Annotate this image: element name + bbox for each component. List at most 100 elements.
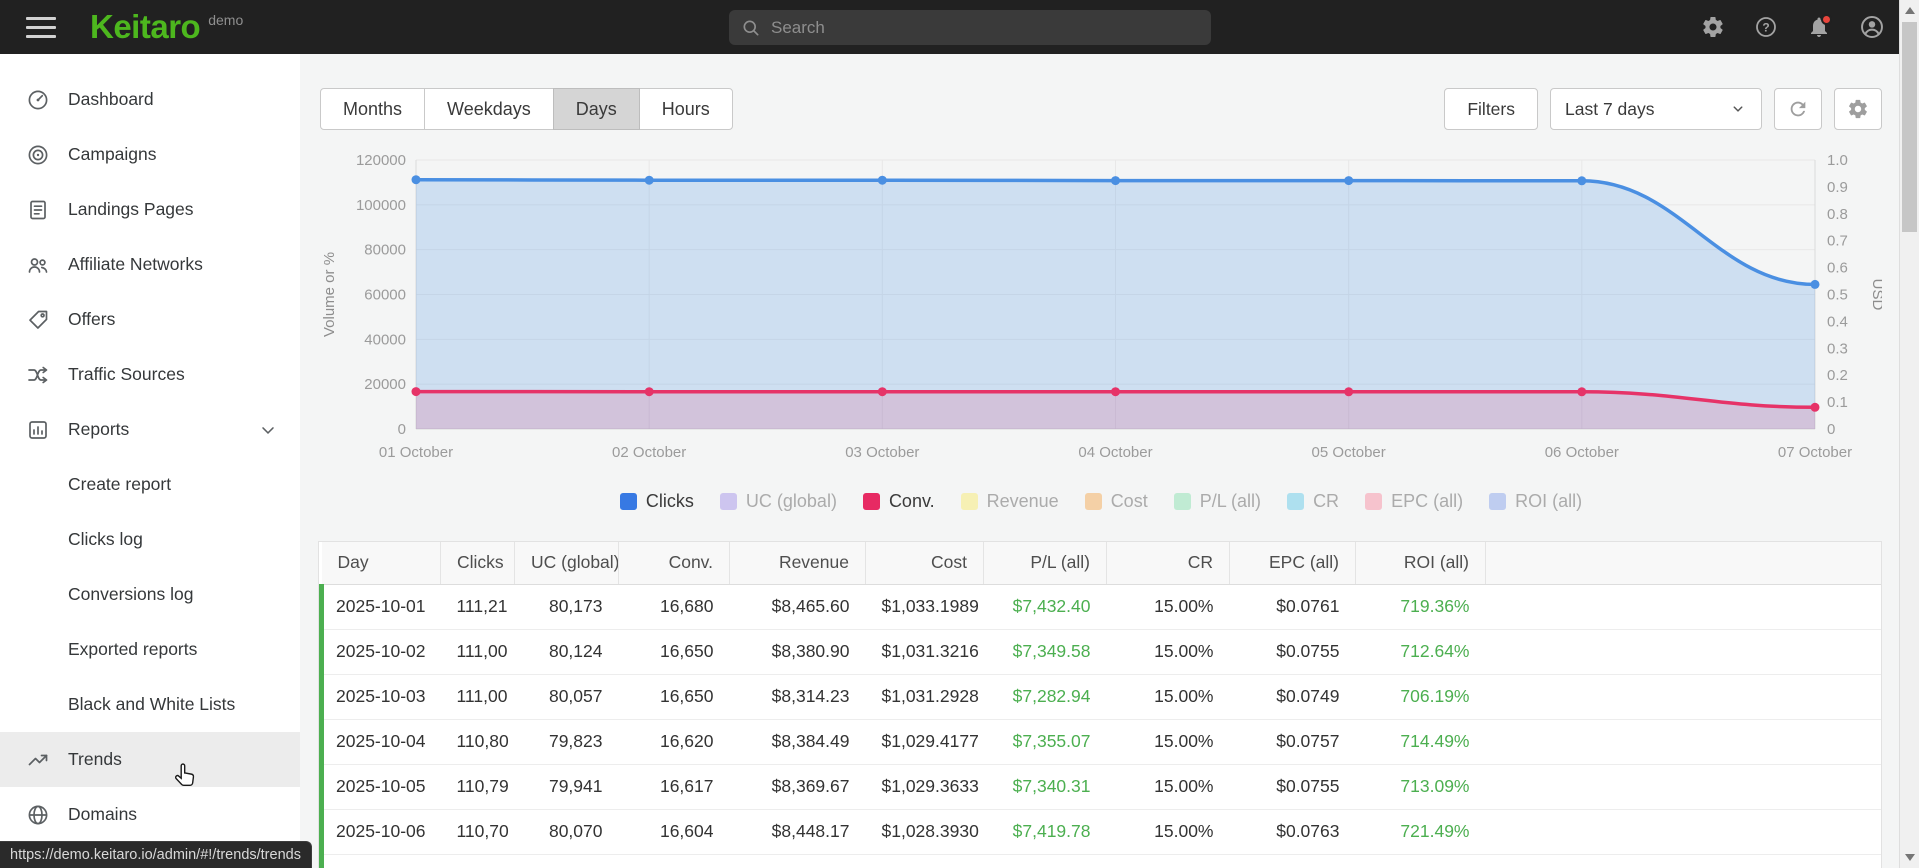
col-clicks[interactable]: Clicks (440, 542, 515, 585)
cell-clicks: 110,80 (440, 718, 515, 764)
y-left-tick: 60000 (364, 287, 406, 304)
series-point-clicks[interactable] (1111, 176, 1120, 186)
table-row[interactable]: 2025-10-02 111,00 80,124 16,650 $8,380.9… (319, 628, 1881, 674)
sidebar-item-label: Affiliate Networks (68, 254, 203, 274)
search-box[interactable] (729, 10, 1211, 45)
series-point-clicks[interactable] (877, 175, 887, 185)
sidebar-item-dashboard[interactable]: Dashboard (0, 72, 300, 127)
series-point-conv[interactable] (644, 387, 654, 397)
y-right-tick: 0.1 (1827, 394, 1848, 411)
legend-item[interactable]: CR (1287, 491, 1339, 512)
legend-item[interactable]: Cost (1084, 491, 1148, 512)
cell-day: 2025-10-03 (319, 673, 441, 719)
sidebar-item-exported-reports[interactable]: Exported reports (0, 622, 300, 677)
chevron-down-icon (262, 426, 274, 434)
table-row[interactable]: 2025-10-03 111,00 80,057 16,650 $8,314.2… (319, 673, 1881, 719)
table-row[interactable]: 2025-10-05 110,79 79,941 16,617 $8,369.6… (319, 763, 1881, 809)
help-icon[interactable]: ? (1752, 14, 1779, 41)
series-point-conv[interactable] (1810, 402, 1820, 412)
legend-item[interactable]: EPC (all) (1365, 491, 1463, 512)
scrollbar[interactable] (1899, 0, 1919, 868)
scroll-up-arrow-icon[interactable] (1904, 7, 1915, 14)
legend-item[interactable]: Revenue (960, 491, 1059, 512)
filters-button[interactable]: Filters (1444, 88, 1538, 130)
table-row[interactable]: 2025-10-04 110,80 79,823 16,620 $8,384.4… (319, 718, 1881, 764)
scrollbar-thumb[interactable] (1902, 22, 1917, 232)
sidebar-item-domains[interactable]: Domains (0, 787, 300, 842)
series-point-clicks[interactable] (1810, 279, 1820, 289)
series-point-conv[interactable] (1577, 387, 1587, 397)
sidebar-item-clicks-log[interactable]: Clicks log (0, 512, 300, 567)
sidebar-item-reports[interactable]: Reports (0, 402, 300, 457)
series-point-clicks[interactable] (1344, 176, 1354, 186)
account-icon[interactable] (1858, 14, 1885, 41)
series-point-conv[interactable] (1344, 387, 1354, 397)
col-filler (1485, 542, 1881, 585)
cell-cost: $527.0990 (865, 853, 984, 868)
legend-item[interactable]: Conv. (862, 491, 935, 512)
sidebar-item-traffic-sources[interactable]: Traffic Sources (0, 347, 300, 402)
tab-hours[interactable]: Hours (638, 88, 733, 130)
search-input[interactable] (771, 17, 1199, 38)
cell-cr: 15.00% (1106, 628, 1230, 674)
legend-label: ROI (all) (1515, 490, 1583, 511)
tab-months[interactable]: Months (320, 88, 426, 130)
table-row[interactable]: 2025-10-01 111,21 80,173 16,680 $8,465.6… (319, 584, 1882, 629)
cell-revenue: $8,448.17 (729, 808, 866, 854)
y-right-tick: 0.6 (1827, 260, 1848, 277)
series-point-clicks[interactable] (1577, 176, 1587, 186)
sidebar-item-black-and-white-lists[interactable]: Black and White Lists (0, 677, 300, 732)
cell-uc: 80,124 (514, 628, 619, 674)
brand-logo[interactable]: Keitaro (90, 10, 201, 43)
notifications-bell-icon[interactable] (1805, 13, 1832, 41)
col-cr[interactable]: CR (1106, 542, 1230, 585)
topbar: Keitaro demo ? (0, 0, 1899, 54)
refresh-button[interactable] (1774, 88, 1822, 130)
cell-uc: 80,057 (514, 673, 619, 719)
series-area-conv (416, 391, 1815, 429)
legend-swatch (1173, 492, 1191, 510)
legend-item[interactable]: UC (global) (719, 491, 837, 512)
cell-day: 2025-10-07 (319, 853, 441, 868)
sidebar-item-affiliate-networks[interactable]: Affiliate Networks (0, 237, 300, 292)
trends-chart[interactable]: 0 20000 40000 60000 80000 100000 120000 01 Octo… (320, 140, 1882, 480)
series-point-clicks[interactable] (411, 175, 421, 185)
table-row[interactable]: 2025-10-06 110,70 80,070 16,604 $8,448.1… (319, 808, 1881, 854)
cell-cr: 15.00% (1106, 853, 1230, 868)
settings-gear-icon[interactable] (1699, 14, 1726, 41)
legend-item[interactable]: P/L (all) (1173, 491, 1261, 512)
table-row[interactable]: 2025-10-07 64,96 46,815 9,745 $4,920.61 … (319, 853, 1881, 868)
series-point-conv[interactable] (1111, 387, 1120, 397)
col-epc[interactable]: EPC (all) (1229, 542, 1356, 585)
sidebar-item-offers[interactable]: Offers (0, 292, 300, 347)
col-uc-global[interactable]: UC (global) (514, 542, 619, 585)
report-settings-button[interactable] (1834, 88, 1882, 130)
series-point-conv[interactable] (411, 387, 421, 397)
col-roi[interactable]: ROI (all) (1355, 542, 1486, 585)
series-point-clicks[interactable] (644, 175, 654, 185)
date-range-select[interactable]: Last 7 days (1550, 88, 1762, 130)
sidebar-item-conversions-log[interactable]: Conversions log (0, 567, 300, 622)
menu-icon[interactable] (26, 16, 56, 38)
col-pl[interactable]: P/L (all) (983, 542, 1107, 585)
series-point-conv[interactable] (877, 387, 887, 397)
col-conv[interactable]: Conv. (618, 542, 730, 585)
sidebar-item-create-report[interactable]: Create report (0, 457, 300, 512)
legend-item[interactable]: ROI (all) (1489, 491, 1582, 512)
legend-swatch (862, 492, 880, 510)
col-revenue[interactable]: Revenue (729, 542, 866, 585)
legend-item[interactable]: Clicks (619, 491, 694, 512)
sidebar-item-landings-pages[interactable]: Landings Pages (0, 182, 300, 237)
cell-uc: 46,815 (514, 853, 619, 868)
notification-badge (1821, 13, 1832, 25)
cell-cr: 15.00% (1154, 596, 1214, 616)
col-cost[interactable]: Cost (865, 542, 984, 585)
cell-epc: $0.0755 (1229, 763, 1356, 809)
col-day[interactable]: Day (321, 542, 441, 585)
tab-days[interactable]: Days (552, 88, 640, 130)
scroll-down-arrow-icon[interactable] (1904, 854, 1915, 861)
brand-badge: demo (208, 12, 244, 29)
sidebar-item-trends[interactable]: Trends (0, 732, 300, 787)
sidebar-item-campaigns[interactable]: Campaigns (0, 127, 300, 182)
tab-weekdays[interactable]: Weekdays (424, 88, 554, 130)
